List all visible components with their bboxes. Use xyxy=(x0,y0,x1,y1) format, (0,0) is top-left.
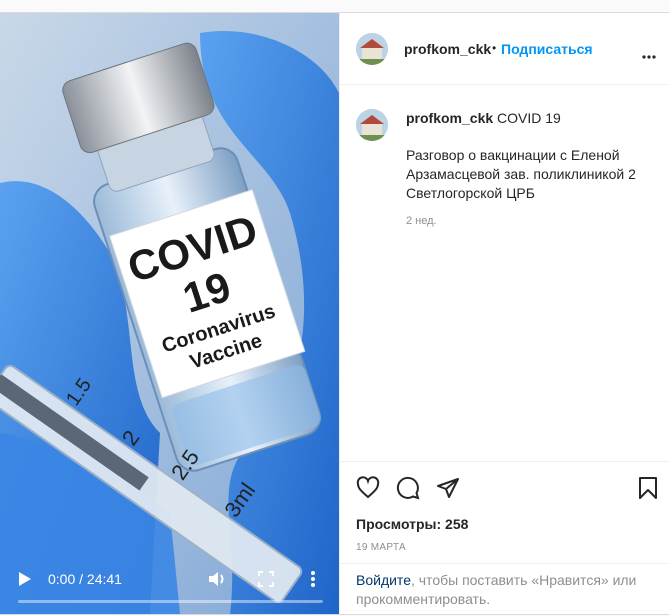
login-prompt: Войдите, чтобы поставить «Нравится» или … xyxy=(340,563,669,616)
more-vertical-icon[interactable] xyxy=(310,570,316,593)
video-controls: 0:00 / 24:41 xyxy=(0,554,339,614)
bookmark-icon[interactable] xyxy=(636,476,660,500)
header-username[interactable]: profkom_ckk xyxy=(404,41,491,57)
caption-avatar[interactable] xyxy=(356,109,388,141)
avatar[interactable] xyxy=(356,33,388,65)
heart-icon[interactable] xyxy=(356,476,380,500)
post-header: profkom_ckk • Подписаться xyxy=(340,13,669,85)
more-dots-icon[interactable] xyxy=(642,46,656,64)
video-progress-bar[interactable] xyxy=(18,600,323,603)
post-card: COVID 19 Coronavirus Vaccine 1.5 2 2.5 3… xyxy=(0,12,669,615)
post-date: 19 МАРТА xyxy=(356,542,406,553)
login-link[interactable]: Войдите xyxy=(356,572,411,588)
post-actions: Просмотры: 258 19 МАРТА Войдите, чтобы п… xyxy=(340,461,669,615)
video-time: 0:00 / 24:41 xyxy=(48,571,122,587)
volume-icon[interactable] xyxy=(208,570,228,593)
post-age: 2 нед. xyxy=(406,215,437,227)
follow-button[interactable]: Подписаться xyxy=(501,41,593,57)
comment-icon[interactable] xyxy=(396,476,420,500)
play-icon[interactable] xyxy=(18,571,32,592)
views-count[interactable]: Просмотры: 258 xyxy=(356,516,468,532)
share-icon[interactable] xyxy=(436,476,460,500)
login-prompt-text: Войдите, чтобы поставить «Нравится» или … xyxy=(356,571,656,609)
caption-title: COVID 19 xyxy=(497,110,561,126)
post-sidebar: profkom_ckk • Подписаться profkom_ckk CO… xyxy=(339,13,669,614)
caption-body: Разговор о вакцинации с Еленой Арзамасце… xyxy=(406,147,636,201)
video-frame: COVID 19 Coronavirus Vaccine 1.5 2 2.5 3… xyxy=(0,13,339,614)
header-separator: • xyxy=(492,41,497,55)
fullscreen-icon[interactable] xyxy=(258,571,274,592)
video-player[interactable]: COVID 19 Coronavirus Vaccine 1.5 2 2.5 3… xyxy=(0,13,339,614)
caption-username[interactable]: profkom_ckk xyxy=(406,110,493,126)
caption: profkom_ckk COVID 19 Разговор о вакцинац… xyxy=(406,109,656,203)
